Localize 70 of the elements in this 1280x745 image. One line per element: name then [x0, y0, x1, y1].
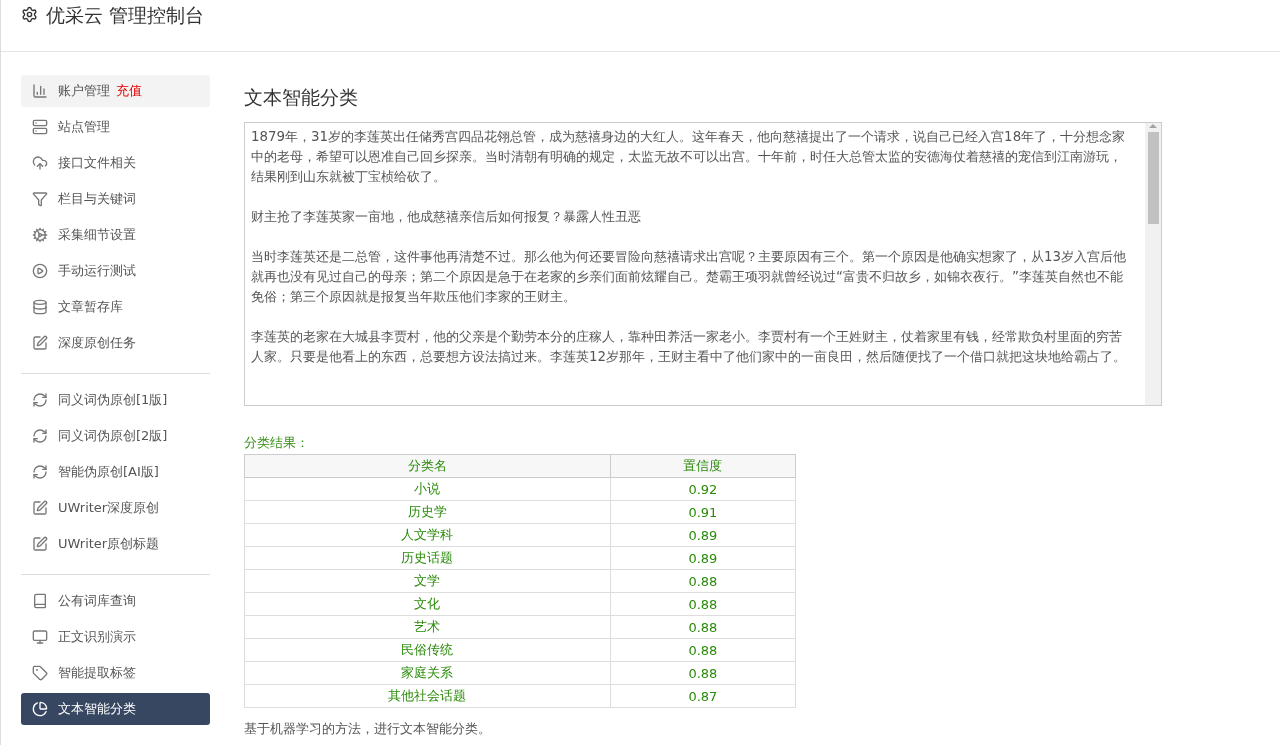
refresh-icon: [32, 464, 48, 480]
server-icon: [32, 119, 48, 135]
column-header: 置信度: [610, 454, 796, 478]
sidebar-item[interactable]: UWriter深度原创: [21, 492, 210, 524]
sidebar-item[interactable]: 智能提取标签: [21, 657, 210, 689]
column-header: 分类名: [244, 454, 611, 478]
scroll-thumb[interactable]: [1147, 132, 1159, 224]
scroll-up-icon[interactable]: [1149, 123, 1157, 129]
settings-icon: [21, 6, 38, 23]
article-paragraph: 1879年，31岁的李莲英出任储秀宫四品花翎总管，成为慈禧身边的大红人。这年春天，他向慈禧提出了一个请求，说自己已经入宫18年了，十分想念家中的老母，希望可以恩准自己回乡探亲。当时清朝有明确的规定，太监无故不可以出宫。十年前，时任大总管太监的安德海仗着慈禧的宠信到江南游玩，结果刚到山东就被丁宝桢给砍了。: [251, 128, 1127, 186]
monitor-icon: [32, 629, 48, 645]
table-cell: 0.89: [610, 523, 796, 547]
database-icon: [32, 299, 48, 315]
play-icon: [32, 263, 48, 279]
edit-icon: [32, 335, 48, 351]
table-cell: 文学: [244, 569, 611, 593]
table-cell: 0.88: [610, 592, 796, 616]
refresh-icon: [32, 392, 48, 408]
result-label: 分类结果：: [244, 434, 310, 452]
sidebar-item[interactable]: 文本智能分类: [21, 693, 210, 725]
table-cell: 0.88: [610, 615, 796, 639]
table-cell: 民俗传统: [244, 638, 611, 662]
table-cell: 0.89: [610, 546, 796, 570]
sidebar-item[interactable]: 手动运行测试: [21, 255, 210, 287]
table-cell: 0.87: [610, 684, 796, 708]
description-text: 基于机器学习的方法，进行文本智能分类。: [244, 720, 492, 738]
table-cell: 艺术: [244, 615, 611, 639]
table-cell: 文化: [244, 592, 611, 616]
table-cell: 0.88: [610, 661, 796, 685]
gear-icon: [32, 227, 48, 243]
table-cell: 历史学: [244, 500, 611, 524]
sidebar-item[interactable]: 采集细节设置: [21, 219, 210, 251]
sidebar-item[interactable]: 账户管理 充值: [21, 75, 210, 107]
filter-icon: [32, 191, 48, 207]
article-paragraph: 李莲英的老家在大城县李贾村，他的父亲是个勤劳本分的庄稼人，靠种田养活一家老小。李贾村有一个王姓财主，仗着家里有钱，经常欺负村里面的穷苦人家。只要是他看上的东西，总要想方设法搞过来。李莲英12岁那年，王财主看中了他们家中的一亩良田，然后随便找了一个借口就把这块地给霸占了。: [251, 328, 1128, 366]
pie-chart-icon: [32, 701, 48, 717]
sidebar-item[interactable]: 接口文件相关: [21, 147, 210, 179]
cloud-upload-icon: [32, 155, 48, 171]
sidebar-item[interactable]: 站点管理: [21, 111, 210, 143]
sidebar-item[interactable]: 正文识别演示: [21, 621, 210, 653]
sidebar-item[interactable]: 公有词库查询: [21, 585, 210, 617]
sidebar-item[interactable]: 深度原创任务: [21, 327, 210, 359]
table-cell: 0.92: [610, 477, 796, 501]
recharge-link[interactable]: 充值: [116, 82, 142, 100]
scrollbar[interactable]: [1145, 123, 1161, 405]
article-text-area[interactable]: [244, 122, 1162, 406]
sidebar-item[interactable]: 栏目与关键词: [21, 183, 210, 215]
edit-icon: [32, 536, 48, 552]
table-cell: 人文学科: [244, 523, 611, 547]
page-title: 文本智能分类: [244, 85, 359, 110]
refresh-icon: [32, 428, 48, 444]
sidebar-item[interactable]: 文章暂存库: [21, 291, 210, 323]
table-cell: 0.88: [610, 638, 796, 662]
article-paragraph: 当时李莲英还是二总管，这件事他再清楚不过。那么他为何还要冒险向慈禧请求出宫呢？主要原因有三个。第一个原因是他确实想家了，从13岁入宫后他就再也没有见过自己的母亲；第二个原因是急于在老家的乡亲们面前炫耀自己。楚霸王项羽就曾经说过“富贵不归故乡，如锦衣夜行。”李莲英自然也不能免俗；第三个原因就是报复当年欺压他们李家的王财主。: [251, 248, 1128, 306]
table-cell: 家庭关系: [244, 661, 611, 685]
tag-icon: [32, 665, 48, 681]
sidebar-item[interactable]: UWriter原创标题: [21, 528, 210, 560]
table-cell: 0.91: [610, 500, 796, 524]
book-icon: [32, 593, 48, 609]
bar-chart-icon: [32, 83, 48, 99]
table-cell: 历史话题: [244, 546, 611, 570]
table-cell: 其他社会话题: [244, 684, 611, 708]
edit-icon: [32, 500, 48, 516]
sidebar-item[interactable]: 同义词伪原创[2版]: [21, 420, 210, 452]
sidebar-item[interactable]: 智能伪原创[AI版]: [21, 456, 210, 488]
table-cell: 0.88: [610, 569, 796, 593]
table-cell: 小说: [244, 477, 611, 501]
article-paragraph: 财主抢了李莲英家一亩地，他成慈禧亲信后如何报复？暴露人性丑恶: [251, 208, 642, 226]
sidebar-item[interactable]: 同义词伪原创[1版]: [21, 384, 210, 416]
console-title: 优采云 管理控制台: [46, 3, 205, 28]
